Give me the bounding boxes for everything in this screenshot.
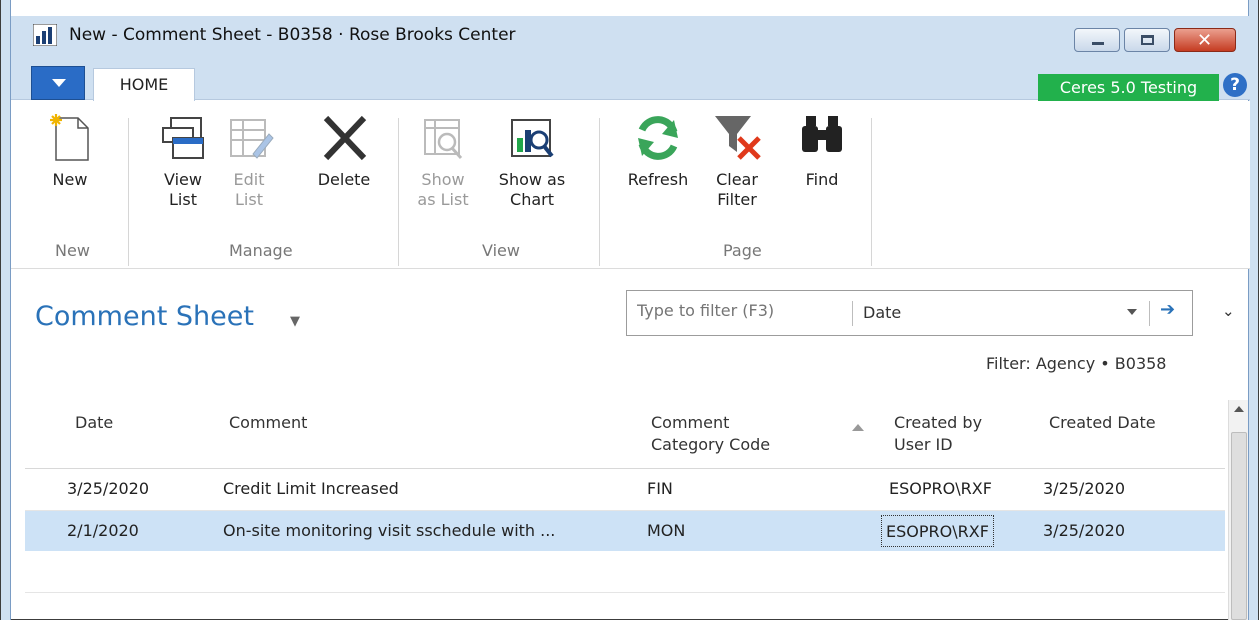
cell-category: MON [647, 521, 686, 540]
window-title: New - Comment Sheet - B0358 · Rose Brook… [69, 25, 516, 45]
cell-date: 3/25/2020 [67, 479, 150, 498]
help-icon[interactable]: ? [1223, 73, 1247, 97]
close-icon: ✕ [1197, 30, 1213, 51]
filter-input[interactable] [637, 301, 847, 320]
show-as-list-label-2: as List [417, 190, 469, 209]
new-document-icon [50, 114, 89, 161]
close-button[interactable]: ✕ [1174, 28, 1236, 52]
show-as-chart-label-1: Show as [498, 170, 566, 189]
chevron-down-icon[interactable] [1127, 309, 1137, 315]
view-list-button[interactable]: View List [153, 112, 213, 210]
cell-comment: On-site monitoring visit sschedule with … [223, 521, 556, 540]
cell-created-by: ESOPRO\RXF [889, 479, 992, 498]
column-header-comment-label: Comment [229, 413, 308, 432]
group-separator [599, 118, 600, 266]
column-header-created-date[interactable]: Created Date [1049, 412, 1156, 434]
find-label: Find [805, 170, 839, 189]
column-header-created-date-label: Created Date [1049, 413, 1156, 432]
group-label-manage: Manage [229, 241, 293, 260]
maximize-icon [1141, 35, 1154, 45]
arrow-right-icon[interactable]: ➔ [1160, 299, 1175, 320]
group-label-view: View [482, 241, 520, 260]
view-list-icon [162, 117, 204, 159]
group-separator [871, 118, 872, 266]
find-button[interactable]: Find [795, 112, 849, 190]
tab-home[interactable]: HOME [93, 68, 195, 101]
vertical-scrollbar[interactable] [1228, 400, 1248, 620]
refresh-label: Refresh [627, 170, 689, 189]
column-header-comment[interactable]: Comment [229, 412, 307, 434]
group-label-new: New [55, 241, 90, 260]
view-list-label-1: View [164, 170, 202, 189]
dropdown-triangle-icon [52, 79, 66, 87]
show-as-chart-button[interactable]: Show as Chart [497, 112, 567, 210]
column-header-category-label-1: Comment [651, 413, 730, 432]
scroll-thumb[interactable] [1231, 432, 1247, 620]
collapse-chevron-icon[interactable]: ⌄ [1222, 302, 1235, 320]
cell-created-date: 3/25/2020 [1043, 479, 1126, 498]
row-separator [25, 592, 1225, 593]
column-header-category[interactable]: Comment Category Code [651, 412, 770, 456]
clear-filter-button[interactable]: Clear Filter [709, 112, 765, 210]
filter-divider [852, 301, 853, 326]
column-header-created-by[interactable]: Created by User ID [894, 412, 982, 456]
filter-status: Filter: Agency • B0358 [986, 354, 1167, 373]
table-row-selected[interactable]: 2/1/2020 On-site monitoring visit ssched… [25, 511, 1225, 551]
delete-x-icon [323, 115, 367, 161]
new-label: New [52, 170, 88, 189]
scroll-up-icon[interactable] [1234, 406, 1244, 412]
edit-list-label-1: Edit [233, 170, 265, 189]
minimize-icon [1092, 42, 1104, 45]
show-as-chart-icon [511, 119, 554, 158]
environment-badge: Ceres 5.0 Testing [1038, 74, 1219, 101]
filter-box: Date ➔ [626, 290, 1193, 336]
page-title[interactable]: Comment Sheet [35, 301, 254, 332]
title-bar[interactable]: New - Comment Sheet - B0358 · Rose Brook… [11, 16, 1250, 58]
new-button[interactable]: New [43, 112, 97, 190]
filter-field-select[interactable]: Date [863, 303, 901, 322]
delete-label: Delete [317, 170, 371, 189]
app-window: New - Comment Sheet - B0358 · Rose Brook… [0, 0, 1259, 620]
window-left-border [1, 0, 11, 620]
app-chart-icon [33, 24, 57, 46]
column-header-date[interactable]: Date [75, 412, 113, 434]
title-dropdown-icon[interactable]: ▼ [290, 314, 300, 329]
edit-list-button[interactable]: Edit List [219, 112, 279, 210]
refresh-button[interactable]: Refresh [619, 112, 697, 190]
cell-created-date: 3/25/2020 [1043, 521, 1126, 540]
clear-filter-label-2: Filter [717, 190, 757, 209]
table-row[interactable]: 3/25/2020 Credit Limit Increased FIN ESO… [25, 469, 1225, 509]
edit-list-icon [230, 119, 274, 159]
clear-filter-label-1: Clear [716, 170, 758, 189]
view-list-label-2: List [169, 190, 197, 209]
column-header-created-by-label-2: User ID [894, 435, 953, 454]
application-menu-button[interactable] [31, 66, 85, 100]
show-as-list-icon [424, 119, 463, 160]
binoculars-icon [802, 116, 842, 152]
group-separator [398, 118, 399, 266]
cell-date: 2/1/2020 [67, 521, 139, 540]
clear-filter-icon [715, 116, 761, 160]
group-separator [128, 118, 129, 266]
cell-category: FIN [647, 479, 673, 498]
maximize-button[interactable] [1124, 28, 1170, 52]
show-as-list-button[interactable]: Show as List [413, 112, 473, 210]
edit-list-label-2: List [235, 190, 263, 209]
column-header-created-by-label-1: Created by [894, 413, 983, 432]
minimize-button[interactable] [1074, 28, 1120, 52]
cell-created-by-focused[interactable]: ESOPRO\RXF [881, 515, 994, 547]
delete-button[interactable]: Delete [311, 112, 377, 190]
show-as-chart-label-2: Chart [510, 190, 554, 209]
cell-comment: Credit Limit Increased [223, 479, 399, 498]
sort-ascending-icon [852, 424, 864, 431]
group-label-page: Page [723, 241, 762, 260]
refresh-icon [638, 116, 678, 160]
filter-divider [1149, 301, 1150, 326]
column-header-date-label: Date [75, 413, 114, 432]
column-header-category-label-2: Category Code [651, 435, 771, 454]
show-as-list-label-1: Show [421, 170, 465, 189]
